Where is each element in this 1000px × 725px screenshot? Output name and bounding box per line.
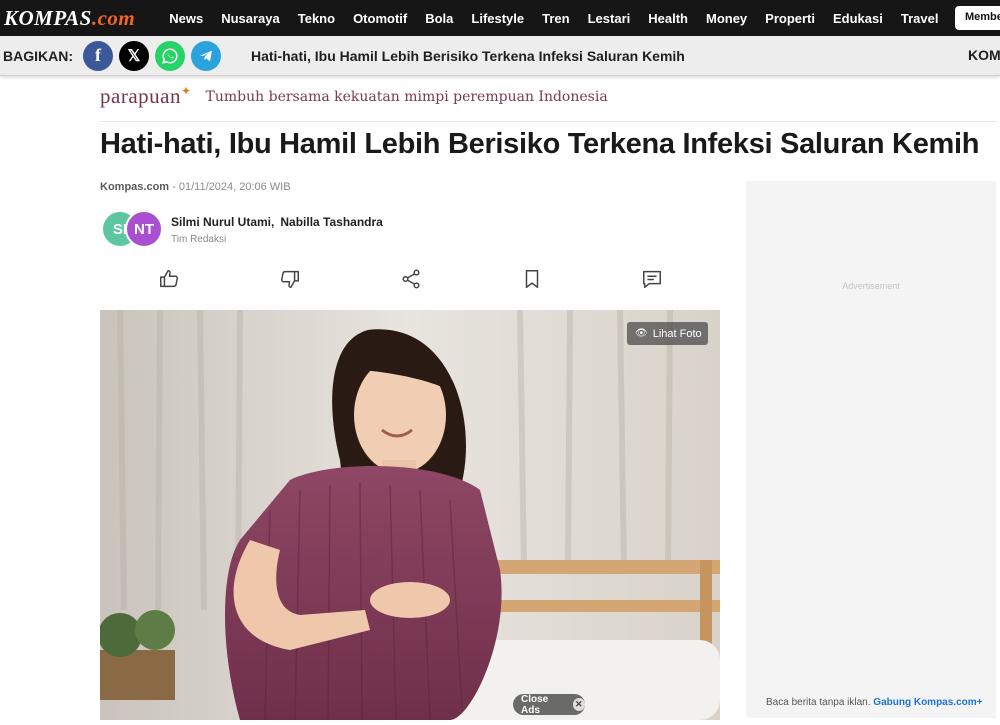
author-avatars: SI NT [101, 210, 165, 250]
member-button[interactable]: Member [955, 6, 1000, 30]
article-date: - 01/11/2024, 20:06 WIB [169, 181, 291, 193]
kompas-logo[interactable]: KOMPAS.com [0, 6, 135, 31]
advertisement-panel: Advertisement Baca berita tanpa iklan. G… [746, 181, 996, 718]
nav-lestari[interactable]: Lestari [588, 11, 631, 26]
nav-lifestyle[interactable]: Lifestyle [471, 11, 524, 26]
share-label: BAGIKAN: [3, 47, 73, 64]
article-meta: Kompas.com - 01/11/2024, 20:06 WIB [100, 181, 291, 193]
nav-news[interactable]: News [169, 11, 203, 26]
ad-label: Advertisement [842, 281, 900, 291]
like-icon[interactable] [158, 268, 180, 290]
parapuan-banner[interactable]: parapuan✦ Tumbuh bersama kekuatan mimpi … [100, 84, 608, 109]
share-bar: BAGIKAN: f 𝕏 Hati-hati, Ibu Hamil Lebih … [0, 36, 1000, 76]
nav-nusaraya[interactable]: Nusaraya [221, 11, 280, 26]
dislike-icon[interactable] [279, 268, 301, 290]
article-source[interactable]: Kompas.com [100, 181, 169, 193]
comment-icon[interactable] [641, 268, 663, 290]
whatsapp-icon[interactable] [155, 40, 185, 71]
x-icon[interactable]: 𝕏 [119, 40, 149, 71]
nav-edukasi[interactable]: Edukasi [833, 11, 883, 26]
nav-tren[interactable]: Tren [542, 11, 569, 26]
view-photo-button[interactable]: 👁 Lihat Foto [627, 322, 708, 345]
share-icon[interactable] [400, 268, 422, 290]
top-navigation: KOMPAS.com News Nusaraya Tekno Otomotif … [0, 0, 1000, 36]
nav-bola[interactable]: Bola [425, 11, 453, 26]
author-name[interactable]: Silmi Nurul Utami, [171, 215, 274, 229]
author-names: Silmi Nurul Utami, Nabilla Tashandra [171, 215, 383, 229]
nav-properti[interactable]: Properti [765, 11, 815, 26]
avatar[interactable]: NT [125, 210, 163, 248]
eye-icon: 👁 [635, 328, 648, 339]
parapuan-tagline: Tumbuh bersama kekuatan mimpi perempuan … [205, 88, 608, 105]
share-article-title: Hati-hati, Ibu Hamil Lebih Berisiko Terk… [251, 47, 685, 64]
article-headline: Hati-hati, Ibu Hamil Lebih Berisiko Terk… [100, 128, 980, 160]
author-name[interactable]: Nabilla Tashandra [280, 215, 382, 229]
close-icon: ✕ [572, 698, 585, 711]
article-actions [100, 268, 720, 296]
nav-travel[interactable]: Travel [901, 11, 939, 26]
divider [100, 121, 997, 122]
nav-otomotif[interactable]: Otomotif [353, 11, 407, 26]
parapuan-logo[interactable]: parapuan✦ [100, 84, 192, 109]
share-bar-right-text[interactable]: KOM [968, 47, 1000, 63]
nav-tekno[interactable]: Tekno [298, 11, 335, 26]
nav-links: News Nusaraya Tekno Otomotif Bola Lifest… [169, 11, 956, 26]
bookmark-icon[interactable] [521, 268, 543, 290]
join-kompas-plus-link[interactable]: Gabung Kompas.com+ [873, 697, 982, 708]
author-team: Tim Redaksi [171, 234, 227, 245]
ad-footer: Baca berita tanpa iklan. Gabung Kompas.c… [766, 697, 983, 708]
telegram-icon[interactable] [191, 40, 221, 71]
article-photo[interactable]: 👁 Lihat Foto Close Ads ✕ [100, 310, 720, 720]
close-ads-button[interactable]: Close Ads ✕ [513, 694, 585, 716]
nav-health[interactable]: Health [648, 11, 688, 26]
photo-illustration [100, 310, 720, 720]
facebook-icon[interactable]: f [83, 40, 113, 71]
nav-money[interactable]: Money [706, 11, 747, 26]
